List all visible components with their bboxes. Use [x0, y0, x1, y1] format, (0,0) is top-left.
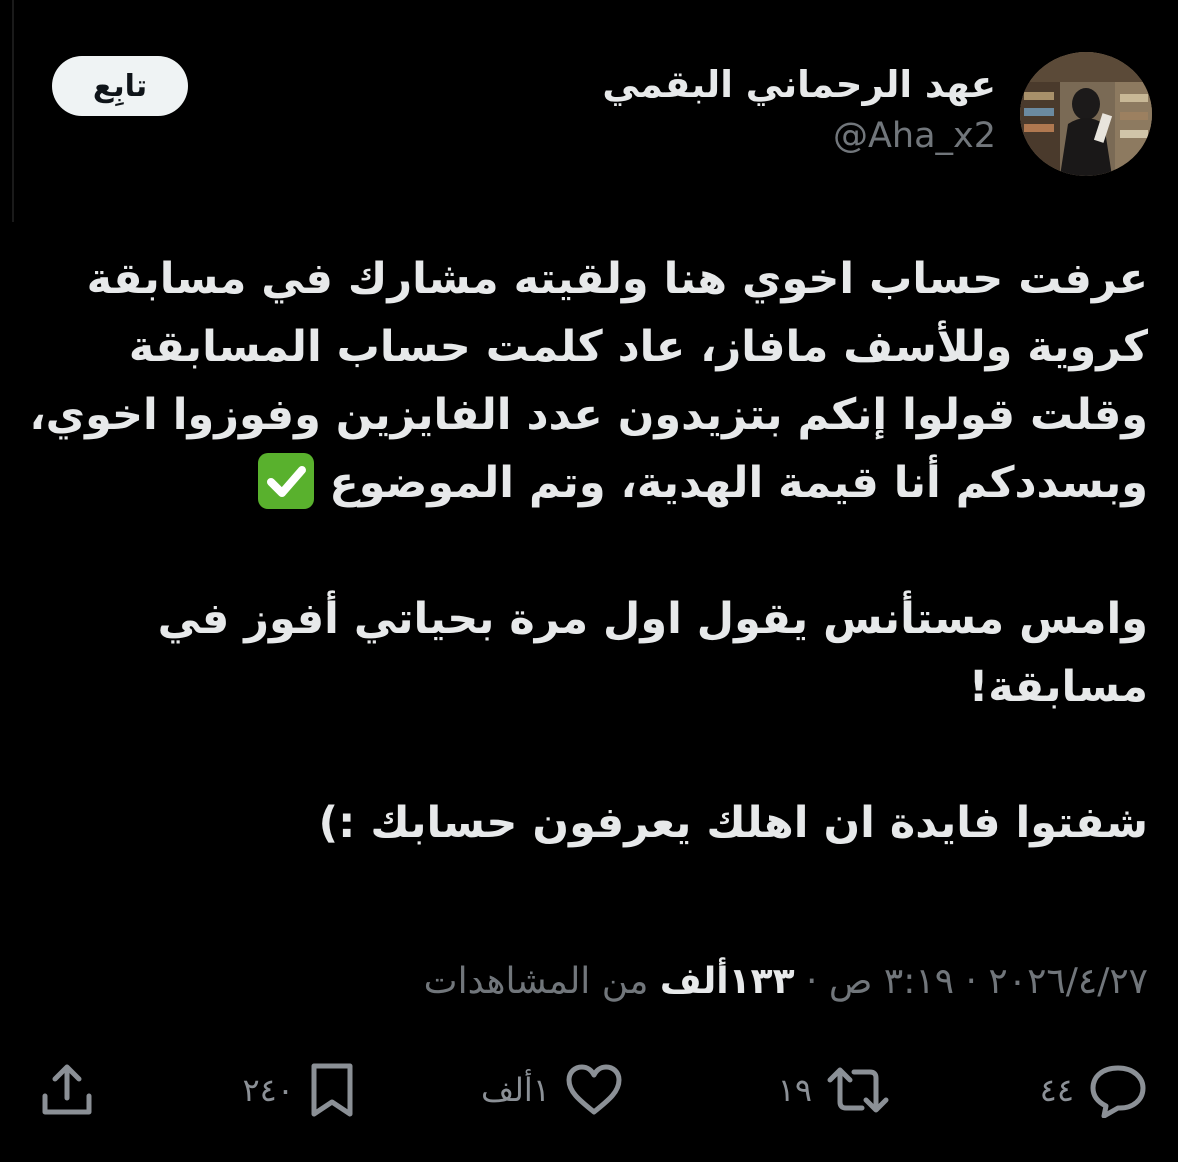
tweet-paragraph-1-text: عرفت حساب اخوي هنا ولقيته مشارك في مسابق…: [14, 254, 1148, 508]
repost-count: ١٩: [777, 1071, 812, 1109]
avatar-photo: [1020, 52, 1152, 176]
follow-button[interactable]: تابِع: [52, 56, 188, 116]
like-button[interactable]: ١ألف: [481, 1058, 624, 1122]
bookmark-icon: [308, 1062, 356, 1118]
tweet-time[interactable]: ٣:١٩ ص: [829, 961, 954, 1002]
tweet-paragraph-2: وامس مستأنس يقول اول مرة بحياتي أفوز في …: [142, 594, 1148, 712]
author-handle[interactable]: @Aha_x2: [602, 114, 996, 158]
tweet-text: عرفت حساب اخوي هنا ولقيته مشارك في مسابق…: [28, 245, 1148, 857]
bookmark-count: ٢٤٠: [242, 1071, 294, 1109]
share-button[interactable]: [40, 1058, 94, 1122]
repost-button[interactable]: ١٩: [778, 1058, 890, 1122]
check-mark-button-emoji: [258, 453, 315, 509]
tweet-meta: ٢٠٢٦/٤/٢٧ · ٣:١٩ ص · ١٣٣ألف من المشاهدات: [424, 958, 1148, 1006]
views-label: من المشاهدات: [423, 961, 649, 1002]
tweet-paragraph-3: شفتوا فايدة ان اهلك يعرفون حسابك :): [318, 798, 1148, 848]
author-info[interactable]: عهد الرحماني البقمي @Aha_x2: [602, 62, 996, 158]
views-count: ١٣٣ألف: [659, 961, 795, 1002]
meta-separator: ·: [965, 961, 977, 1002]
repost-icon: [826, 1062, 890, 1118]
author-name[interactable]: عهد الرحماني البقمي: [602, 62, 996, 108]
left-edge-divider: [12, 0, 14, 222]
tweet-paragraph-1: عرفت حساب اخوي هنا ولقيته مشارك في مسابق…: [28, 245, 1148, 517]
reply-count: ٤٤: [1039, 1071, 1074, 1109]
reply-icon: [1088, 1062, 1148, 1118]
bookmark-button[interactable]: ٢٤٠: [242, 1058, 356, 1122]
heart-icon: [564, 1062, 624, 1118]
meta-separator: ·: [806, 961, 818, 1002]
reply-button[interactable]: ٤٤: [1040, 1058, 1148, 1122]
share-icon: [40, 1062, 94, 1118]
author-avatar[interactable]: [1020, 52, 1152, 176]
like-count: ١ألف: [481, 1071, 550, 1109]
tweet-date[interactable]: ٢٠٢٦/٤/٢٧: [988, 961, 1148, 1002]
